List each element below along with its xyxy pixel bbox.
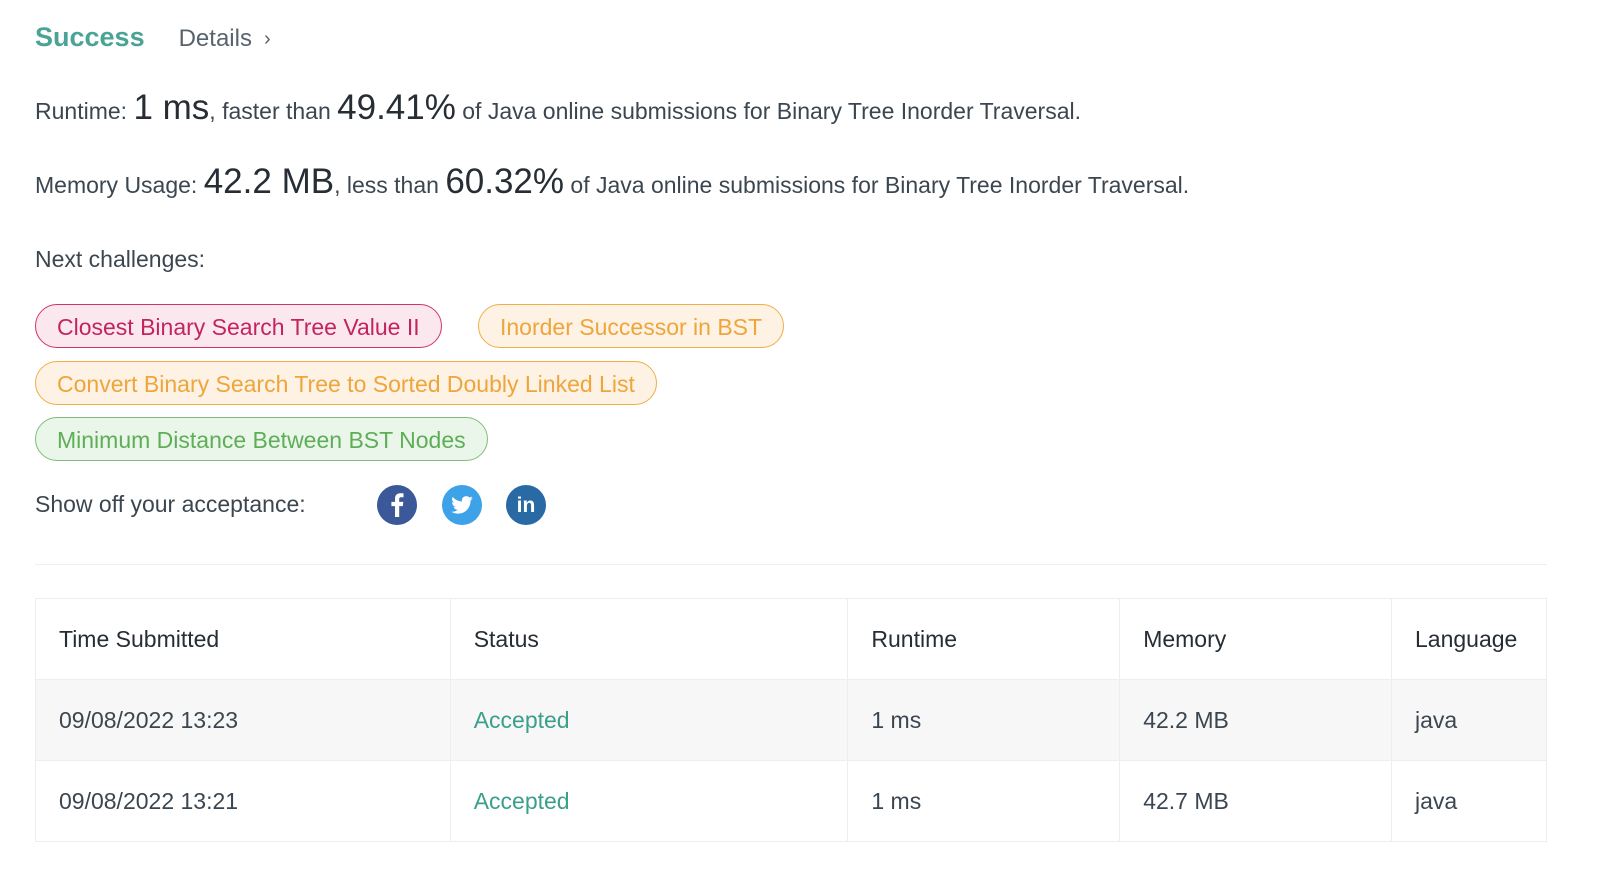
challenge-tag-closest-bst-value-ii[interactable]: Closest Binary Search Tree Value II bbox=[35, 304, 442, 348]
table-header-row: Time Submitted Status Runtime Memory Lan… bbox=[35, 598, 1547, 680]
details-link[interactable]: Details › bbox=[179, 25, 271, 53]
cell-language: java bbox=[1391, 679, 1547, 761]
memory-suffix: of Java online submissions for Binary Tr… bbox=[564, 172, 1190, 198]
header-language[interactable]: Language bbox=[1391, 598, 1547, 680]
challenge-tag-min-distance-bst[interactable]: Minimum Distance Between BST Nodes bbox=[35, 417, 488, 461]
linkedin-glyph: in bbox=[516, 493, 536, 517]
runtime-label: Runtime: bbox=[35, 98, 134, 124]
details-label: Details bbox=[178, 25, 252, 52]
runtime-comparison: , faster than bbox=[209, 98, 338, 124]
header-runtime[interactable]: Runtime bbox=[847, 598, 1121, 680]
chevron-right-icon: › bbox=[263, 27, 271, 50]
memory-value: 42.2 MB bbox=[203, 162, 335, 201]
status-link[interactable]: Accepted bbox=[474, 707, 570, 733]
header-status[interactable]: Status bbox=[449, 598, 849, 680]
status-title: Success bbox=[35, 22, 145, 52]
memory-comparison: , less than bbox=[334, 172, 446, 198]
header-memory[interactable]: Memory bbox=[1119, 598, 1392, 680]
section-divider bbox=[35, 564, 1547, 565]
memory-label: Memory Usage: bbox=[35, 172, 204, 198]
facebook-glyph bbox=[391, 493, 404, 517]
twitter-glyph bbox=[451, 496, 473, 514]
next-challenges-label: Next challenges: bbox=[35, 246, 206, 272]
cell-runtime: 1 ms bbox=[847, 760, 1121, 842]
runtime-value: 1 ms bbox=[133, 88, 210, 127]
runtime-percent: 49.41% bbox=[337, 88, 456, 127]
header-time-submitted[interactable]: Time Submitted bbox=[35, 598, 451, 680]
table-row: 09/08/2022 13:21 Accepted 1 ms 42.7 MB j… bbox=[35, 760, 1547, 842]
memory-percent: 60.32% bbox=[445, 162, 565, 201]
challenge-tag-convert-bst-to-dll[interactable]: Convert Binary Search Tree to Sorted Dou… bbox=[35, 361, 657, 405]
runtime-stat: Runtime: 1 ms, faster than 49.41% of Jav… bbox=[35, 88, 1081, 128]
table-row: 09/08/2022 13:23 Accepted 1 ms 42.2 MB j… bbox=[35, 679, 1547, 761]
cell-language: java bbox=[1391, 760, 1547, 842]
cell-time-submitted: 09/08/2022 13:23 bbox=[35, 679, 451, 761]
cell-memory: 42.2 MB bbox=[1119, 679, 1392, 761]
runtime-suffix: of Java online submissions for Binary Tr… bbox=[455, 98, 1081, 124]
cell-memory: 42.7 MB bbox=[1119, 760, 1392, 842]
submissions-table: Time Submitted Status Runtime Memory Lan… bbox=[35, 598, 1547, 842]
cell-status: Accepted bbox=[449, 760, 849, 842]
twitter-icon[interactable] bbox=[442, 485, 482, 525]
cell-status: Accepted bbox=[449, 679, 849, 761]
linkedin-icon[interactable]: in bbox=[506, 485, 546, 525]
status-link[interactable]: Accepted bbox=[474, 788, 570, 814]
cell-runtime: 1 ms bbox=[847, 679, 1121, 761]
memory-stat: Memory Usage: 42.2 MB, less than 60.32% … bbox=[35, 162, 1189, 202]
challenge-tag-inorder-successor[interactable]: Inorder Successor in BST bbox=[478, 304, 785, 348]
result-header: Success Details › bbox=[35, 22, 271, 53]
share-label: Show off your acceptance: bbox=[35, 491, 306, 517]
facebook-icon[interactable] bbox=[377, 485, 417, 525]
cell-time-submitted: 09/08/2022 13:21 bbox=[35, 760, 451, 842]
